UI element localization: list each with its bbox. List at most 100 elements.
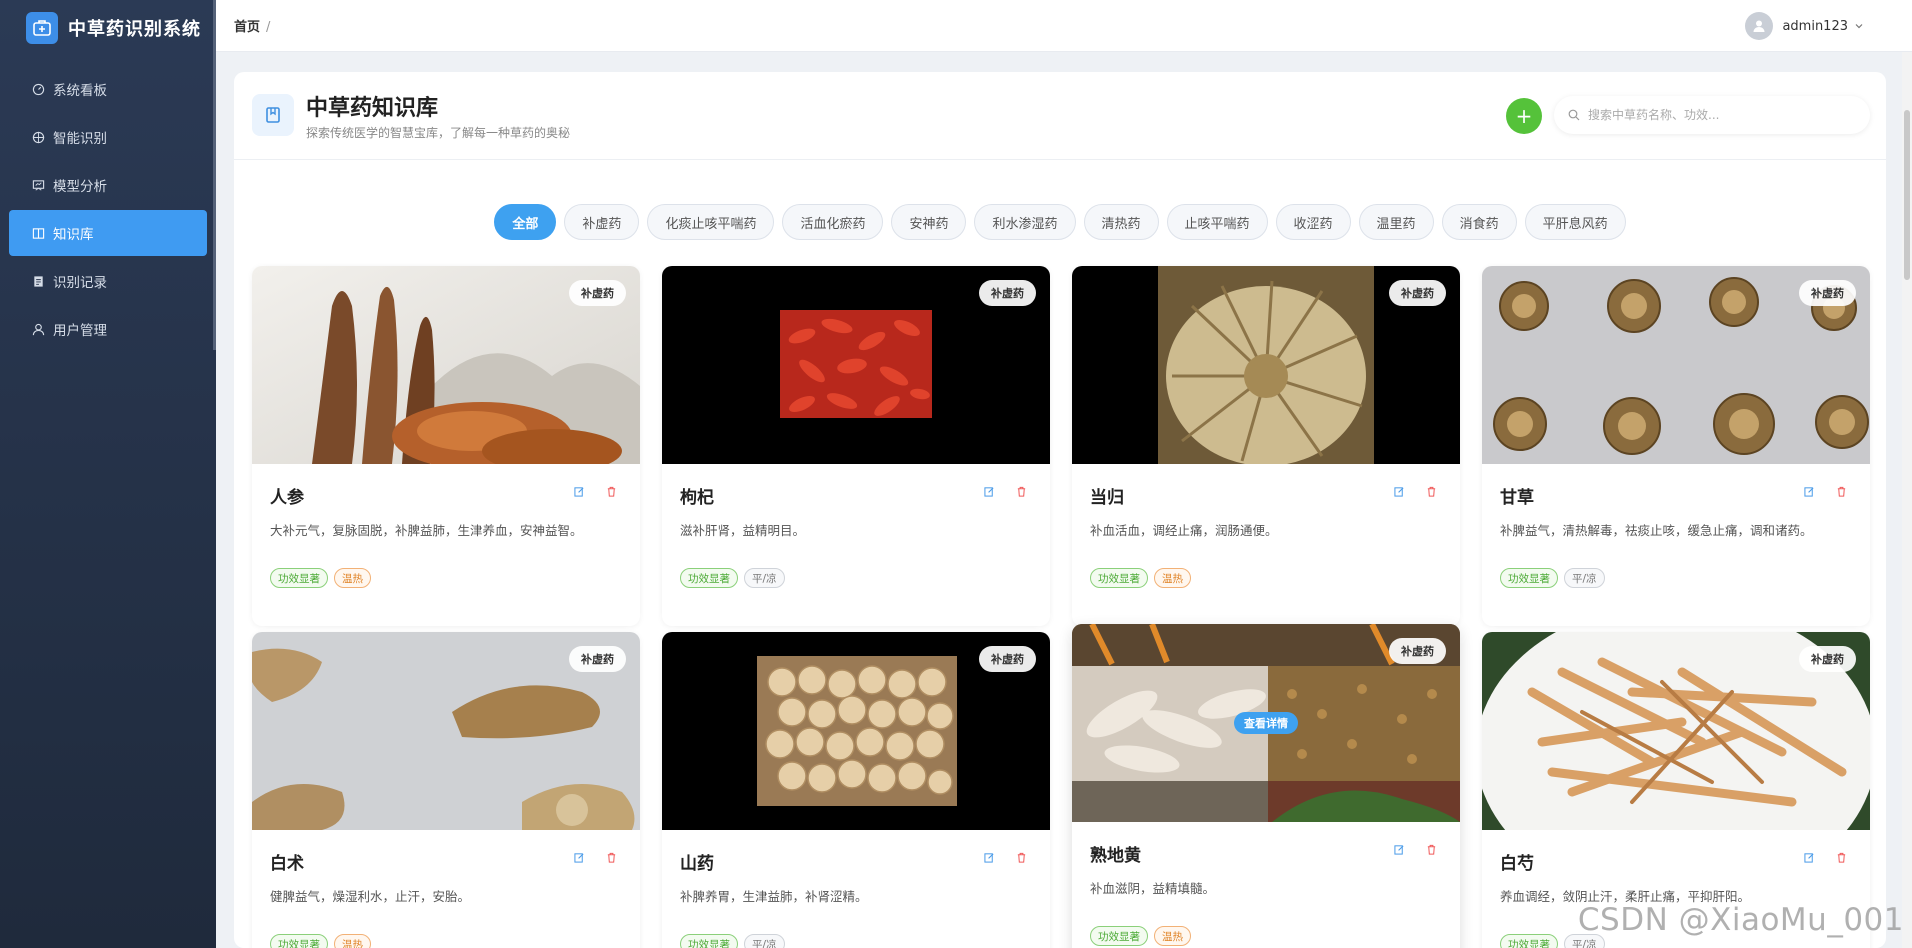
medical-kit-icon xyxy=(26,12,58,44)
edit-icon[interactable] xyxy=(982,484,996,498)
category-chip[interactable]: 活血化瘀药 xyxy=(782,204,884,240)
herb-card[interactable]: 补虚药 白芍 养血调经，敛阴止汗，柔肝止痛，平抑肝阳。 功效显著 平/凉 xyxy=(1482,632,1870,948)
nature-tag: 温热 xyxy=(1154,568,1191,588)
category-badge: 补虚药 xyxy=(569,646,626,672)
herb-tags: 功效显著 平/凉 xyxy=(680,934,785,948)
search-input[interactable] xyxy=(1588,108,1848,122)
delete-icon[interactable] xyxy=(1834,484,1848,498)
user-menu[interactable]: admin123 xyxy=(1745,12,1864,40)
edit-icon[interactable] xyxy=(1392,484,1406,498)
herb-card[interactable]: 补虚药 当归 补血活血，调经止痛，润肠通便。 功效显著 温热 xyxy=(1072,266,1460,626)
edit-icon[interactable] xyxy=(982,850,996,864)
edit-icon[interactable] xyxy=(1802,850,1816,864)
card-actions xyxy=(572,484,618,498)
herb-tags: 功效显著 温热 xyxy=(270,934,371,948)
sidebar-item-model-analysis[interactable]: 模型分析 xyxy=(9,162,207,208)
herb-card[interactable]: 补虚药 人参 大补元气，复脉固脱，补脾益肺，生津养血，安神益智。 功效显著 温热 xyxy=(252,266,640,626)
herb-card[interactable]: 补虚药 查看详情 熟地黄 补血滋阴，益精填髓。 功效显著 温热 xyxy=(1072,624,1460,948)
category-chip[interactable]: 温里药 xyxy=(1358,204,1434,240)
herb-image[interactable]: 补虚药 xyxy=(1482,632,1870,830)
herb-image[interactable]: 补虚药 xyxy=(662,266,1050,464)
efficacy-tag: 功效显著 xyxy=(680,568,738,588)
add-herb-button[interactable]: + xyxy=(1506,98,1542,134)
herb-name: 白芍 xyxy=(1500,854,1534,874)
delete-icon[interactable] xyxy=(1424,842,1438,856)
dashboard-icon xyxy=(31,82,45,96)
search-icon xyxy=(1568,109,1580,121)
sidebar-item-dashboard[interactable]: 系统看板 xyxy=(9,66,207,112)
app-title: 中草药识别系统 xyxy=(68,19,201,40)
sidebar-scrollbar[interactable] xyxy=(213,0,216,350)
page-scrollbar-track[interactable] xyxy=(1902,52,1912,948)
herb-grid: 补虚药 人参 大补元气，复脉固脱，补脾益肺，生津养血，安神益智。 功效显著 温热 xyxy=(252,266,1870,948)
sidebar-item-records[interactable]: 识别记录 xyxy=(9,258,207,304)
herb-card[interactable]: 补虚药 枸杞 滋补肝肾，益精明目。 功效显著 平/凉 xyxy=(662,266,1050,626)
category-chip[interactable]: 化痰止咳平喘药 xyxy=(647,204,775,240)
nature-tag: 平/凉 xyxy=(1564,568,1605,588)
efficacy-tag: 功效显著 xyxy=(270,934,328,948)
category-chip[interactable]: 收涩药 xyxy=(1275,204,1351,240)
card-actions xyxy=(1392,484,1438,498)
category-chip-all[interactable]: 全部 xyxy=(494,204,557,240)
edit-icon[interactable] xyxy=(572,484,586,498)
delete-icon[interactable] xyxy=(1014,484,1028,498)
sidebar-item-recognition[interactable]: 智能识别 xyxy=(9,114,207,160)
efficacy-tag: 功效显著 xyxy=(1500,934,1558,948)
herb-card[interactable]: 补虚药 山药 补脾养胃，生津益肺，补肾涩精。 功效显著 平/凉 xyxy=(662,632,1050,948)
record-icon xyxy=(31,274,45,288)
username: admin123 xyxy=(1782,18,1848,34)
herb-image[interactable]: 补虚药 xyxy=(252,266,640,464)
nature-tag: 温热 xyxy=(334,934,371,948)
category-chip[interactable]: 止咳平喘药 xyxy=(1166,204,1268,240)
topbar: 首页 / admin123 xyxy=(216,0,1912,52)
herb-card[interactable]: 补虚药 白术 健脾益气，燥湿利水，止汗，安胎。 功效显著 温热 xyxy=(252,632,640,948)
herb-card[interactable]: 补虚药 甘草 补脾益气，清热解毒，祛痰止咳，缓急止痛，调和诸药。 功效显著 平/… xyxy=(1482,266,1870,626)
delete-icon[interactable] xyxy=(1834,850,1848,864)
category-chip[interactable]: 安神药 xyxy=(891,204,967,240)
delete-icon[interactable] xyxy=(1424,484,1438,498)
edit-icon[interactable] xyxy=(1802,484,1816,498)
herb-image[interactable]: 补虚药 xyxy=(252,632,640,830)
herb-image[interactable]: 补虚药 查看详情 xyxy=(1072,624,1460,822)
herb-description: 滋补肝肾，益精明目。 xyxy=(680,523,806,538)
herb-tags: 功效显著 温热 xyxy=(1090,926,1191,946)
edit-icon[interactable] xyxy=(1392,842,1406,856)
card-actions xyxy=(1802,484,1848,498)
delete-icon[interactable] xyxy=(1014,850,1028,864)
card-actions xyxy=(1802,850,1848,864)
category-chip[interactable]: 利水渗湿药 xyxy=(974,204,1076,240)
category-chip[interactable]: 补虚药 xyxy=(564,204,640,240)
herb-image[interactable]: 补虚药 xyxy=(662,632,1050,830)
sidebar-item-knowledge-base[interactable]: 知识库 xyxy=(9,210,207,256)
brand[interactable]: 中草药识别系统 xyxy=(0,0,216,56)
category-badge: 补虚药 xyxy=(569,280,626,306)
page-scrollbar-thumb[interactable] xyxy=(1904,110,1910,280)
herb-description: 补脾养胃，生津益肺，补肾涩精。 xyxy=(680,889,868,904)
delete-icon[interactable] xyxy=(604,850,618,864)
category-chip[interactable]: 清热药 xyxy=(1083,204,1159,240)
delete-icon[interactable] xyxy=(604,484,618,498)
card-actions xyxy=(982,484,1028,498)
category-badge: 补虚药 xyxy=(979,646,1036,672)
herb-image[interactable]: 补虚药 xyxy=(1072,266,1460,464)
book-icon xyxy=(252,94,294,136)
view-details-button[interactable]: 查看详情 xyxy=(1234,712,1298,734)
sidebar-item-users[interactable]: 用户管理 xyxy=(9,306,207,352)
herb-tags: 功效显著 平/凉 xyxy=(680,568,785,588)
herb-tags: 功效显著 平/凉 xyxy=(1500,568,1605,588)
search-box[interactable] xyxy=(1554,96,1870,134)
page-subtitle: 探索传统医学的智慧宝库，了解每一种草药的奥秘 xyxy=(306,126,571,140)
herb-image[interactable]: 补虚药 xyxy=(1482,266,1870,464)
herb-name: 枸杞 xyxy=(680,488,714,508)
breadcrumb-home[interactable]: 首页 xyxy=(234,20,260,35)
herb-tags: 功效显著 温热 xyxy=(1090,568,1191,588)
sidebar-item-label: 用户管理 xyxy=(53,323,107,339)
category-chip[interactable]: 平肝息风药 xyxy=(1524,204,1626,240)
category-chip[interactable]: 消食药 xyxy=(1441,204,1517,240)
edit-icon[interactable] xyxy=(572,850,586,864)
category-badge: 补虚药 xyxy=(1389,280,1446,306)
nature-tag: 平/凉 xyxy=(744,568,785,588)
book-icon xyxy=(31,226,45,240)
efficacy-tag: 功效显著 xyxy=(1090,568,1148,588)
herb-description: 补脾益气，清热解毒，祛痰止咳，缓急止痛，调和诸药。 xyxy=(1500,523,1813,538)
